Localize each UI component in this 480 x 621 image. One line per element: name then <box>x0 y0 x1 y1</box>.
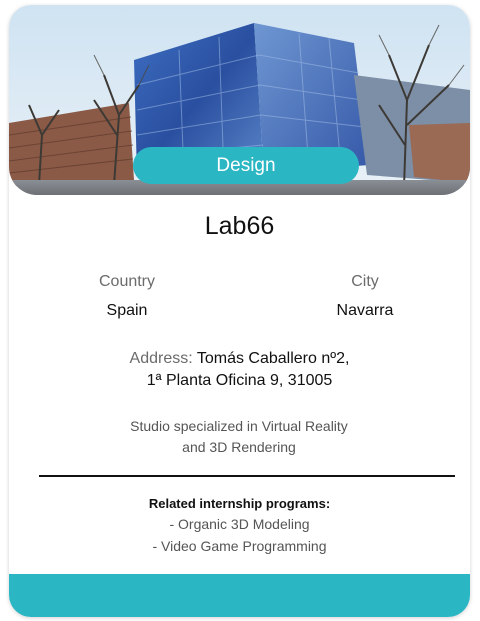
program-item: - Organic 3D Modeling <box>169 516 310 532</box>
card-footer-bar <box>9 574 470 617</box>
city-block: City Navarra <box>285 272 445 321</box>
country-block: Country Spain <box>47 272 207 321</box>
section-divider <box>39 475 455 477</box>
company-card: Design Lab66 Country Spain City Navarra … <box>9 5 470 617</box>
address-label: Address: <box>129 350 193 367</box>
address-line-1: Tomás Caballero nº2, <box>196 350 350 367</box>
description-line-2: and 3D Rendering <box>182 439 296 455</box>
category-badge-button[interactable]: Design <box>133 147 359 184</box>
program-item: - Video Game Programming <box>152 538 327 554</box>
related-programs-heading: Related internship programs: <box>148 496 331 511</box>
address-line-2: 1ª Planta Oficina 9, 31005 <box>146 372 333 389</box>
company-name: Lab66 <box>204 212 275 240</box>
description-line-1: Studio specialized in Virtual Reality <box>130 418 348 434</box>
related-programs: Related internship programs: - Organic 3… <box>9 495 470 557</box>
city-label: City <box>351 273 379 290</box>
address-block: Address: Tomás Caballero nº2, 1ª Planta … <box>9 348 470 392</box>
city-value: Navarra <box>336 302 394 319</box>
country-value: Spain <box>106 302 148 319</box>
country-label: Country <box>98 273 156 290</box>
company-description: Studio specialized in Virtual Reality an… <box>89 416 389 458</box>
